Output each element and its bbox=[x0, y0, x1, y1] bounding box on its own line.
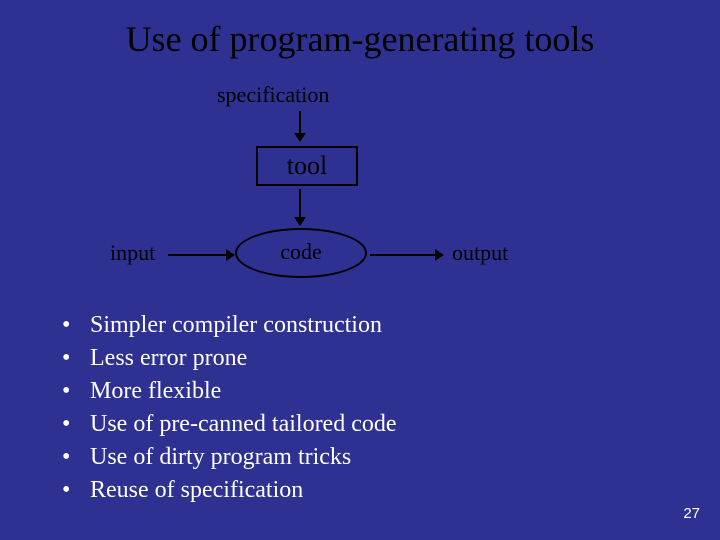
list-item: Less error prone bbox=[62, 345, 397, 372]
page-number: 27 bbox=[683, 505, 700, 522]
list-item: More flexible bbox=[62, 378, 397, 405]
list-item: Simpler compiler construction bbox=[62, 312, 397, 339]
arrow-right-icon bbox=[370, 254, 435, 256]
code-ellipse: code bbox=[235, 228, 367, 278]
bullet-list: Simpler compiler construction Less error… bbox=[62, 312, 397, 510]
arrow-right-icon bbox=[168, 254, 226, 256]
specification-label: specification bbox=[217, 82, 329, 108]
input-label: input bbox=[110, 240, 155, 266]
list-item: Reuse of specification bbox=[62, 477, 397, 504]
output-label: output bbox=[452, 240, 508, 266]
tool-box: tool bbox=[256, 146, 358, 186]
list-item: Use of dirty program tricks bbox=[62, 444, 397, 471]
list-item: Use of pre-canned tailored code bbox=[62, 411, 397, 438]
arrow-down-icon bbox=[299, 111, 301, 133]
arrow-down-icon bbox=[299, 189, 301, 217]
slide-title: Use of program-generating tools bbox=[0, 0, 720, 60]
